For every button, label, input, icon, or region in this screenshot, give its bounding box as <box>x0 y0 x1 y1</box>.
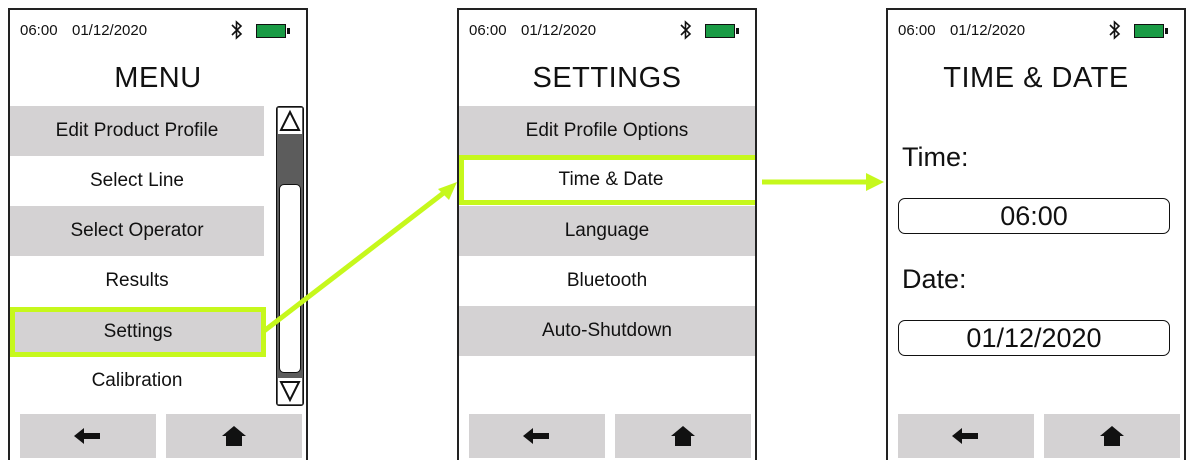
menu-item-settings[interactable]: Settings <box>10 307 266 357</box>
status-time: 06:00 <box>898 22 936 39</box>
menu-item-label: Bluetooth <box>566 270 648 291</box>
status-bar: 06:00 01/12/2020 <box>459 10 755 50</box>
menu-item-language[interactable]: Language <box>459 206 755 256</box>
scrollbar[interactable] <box>276 106 304 406</box>
back-button[interactable] <box>20 414 156 458</box>
menu-item-label: Language <box>564 220 650 241</box>
back-arrow-icon <box>523 428 549 444</box>
triangle-up-icon <box>279 109 301 131</box>
menu-item-calibration[interactable]: Calibration <box>10 356 264 406</box>
menu-item-select-line[interactable]: Select Line <box>10 156 264 206</box>
home-button[interactable] <box>1044 414 1180 458</box>
scroll-up-button[interactable] <box>278 108 302 134</box>
scroll-down-button[interactable] <box>278 378 302 404</box>
status-time: 06:00 <box>20 22 58 39</box>
menu-item-label: Auto-Shutdown <box>542 320 672 341</box>
menu-item-label: Edit Product Profile <box>55 120 219 141</box>
bluetooth-icon <box>231 20 243 40</box>
home-icon <box>1100 426 1124 446</box>
status-time: 06:00 <box>469 22 507 39</box>
battery-icon <box>256 24 290 38</box>
menu-item-auto-shutdown[interactable]: Auto-Shutdown <box>459 306 755 356</box>
time-label: Time: <box>902 142 969 172</box>
back-arrow-icon <box>74 428 100 444</box>
back-button[interactable] <box>469 414 605 458</box>
date-field[interactable]: 01/12/2020 <box>898 320 1170 356</box>
page-title: SETTINGS <box>532 62 682 94</box>
menu-item-label: Select Line <box>89 170 184 191</box>
menu-item-label: Settings <box>103 321 173 342</box>
back-arrow-icon <box>952 428 978 444</box>
status-date: 01/12/2020 <box>521 22 597 39</box>
home-icon <box>222 426 246 446</box>
settings-screen: 06:00 01/12/2020 SETTINGS Edit Profile O… <box>457 8 757 460</box>
battery-icon <box>1134 24 1168 38</box>
home-icon <box>671 426 695 446</box>
page-title: MENU <box>114 62 202 94</box>
home-button[interactable] <box>615 414 751 458</box>
date-label: Date: <box>902 264 967 294</box>
menu-item-edit-product-profile[interactable]: Edit Product Profile <box>10 106 264 156</box>
arrow-time-date-to-screen <box>762 173 884 191</box>
menu-item-label: Time & Date <box>558 169 664 190</box>
status-date: 01/12/2020 <box>950 22 1026 39</box>
menu-item-bluetooth[interactable]: Bluetooth <box>459 256 755 306</box>
status-bar: 06:00 01/12/2020 <box>888 10 1184 50</box>
time-field[interactable]: 06:00 <box>898 198 1170 234</box>
menu-item-label: Edit Profile Options <box>525 120 689 141</box>
triangle-down-icon <box>279 381 301 403</box>
scroll-thumb[interactable] <box>279 184 301 373</box>
back-button[interactable] <box>898 414 1034 458</box>
menu-item-label: Results <box>105 270 169 291</box>
menu-screen: 06:00 01/12/2020 MENU Edit Product Profi… <box>8 8 308 460</box>
bluetooth-icon <box>1109 20 1121 40</box>
menu-item-edit-profile-options[interactable]: Edit Profile Options <box>459 106 755 156</box>
battery-icon <box>705 24 739 38</box>
status-bar: 06:00 01/12/2020 <box>10 10 306 50</box>
menu-item-label: Calibration <box>91 370 183 391</box>
menu-item-select-operator[interactable]: Select Operator <box>10 206 264 256</box>
time-date-screen: 06:00 01/12/2020 TIME & DATE Time: 06:00… <box>886 8 1186 460</box>
page-title: TIME & DATE <box>943 62 1129 94</box>
menu-item-results[interactable]: Results <box>10 256 264 306</box>
menu-item-time-date[interactable]: Time & Date <box>459 155 755 205</box>
home-button[interactable] <box>166 414 302 458</box>
status-date: 01/12/2020 <box>72 22 148 39</box>
bluetooth-icon <box>680 20 692 40</box>
menu-item-label: Select Operator <box>70 220 204 241</box>
